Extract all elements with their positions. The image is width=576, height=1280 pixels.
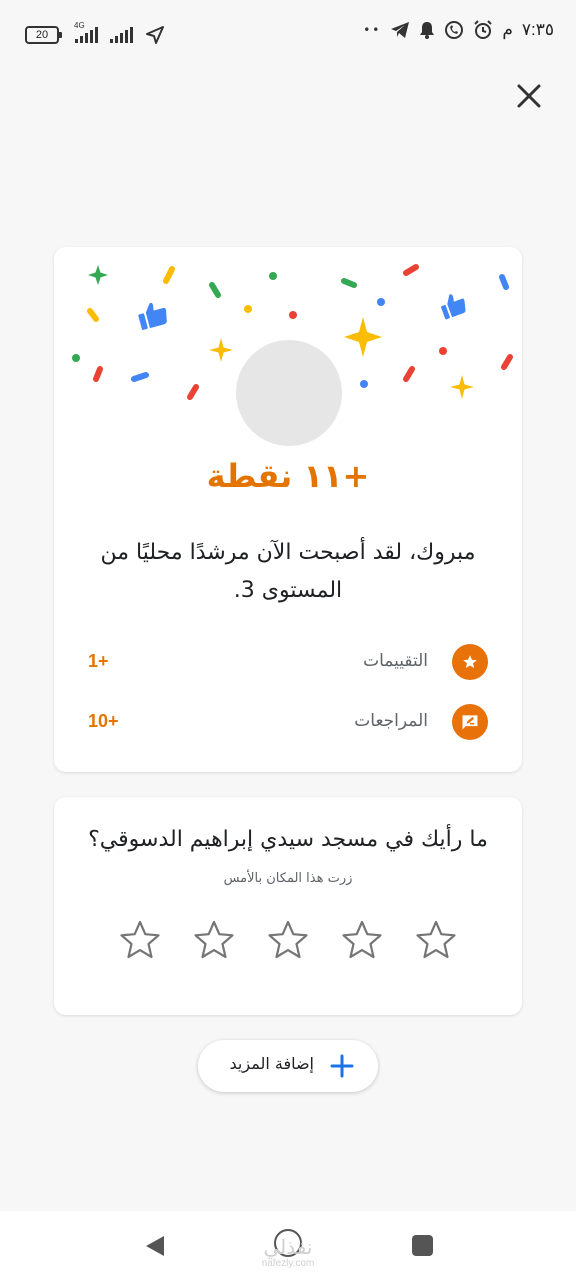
- stat-label: التقييمات: [363, 651, 428, 671]
- plus-icon: [330, 1054, 354, 1078]
- recents-button[interactable]: [412, 1235, 433, 1256]
- star-3-icon[interactable]: [266, 919, 310, 963]
- add-more-label: إضافة المزيد: [229, 1054, 314, 1073]
- star-rating: [118, 919, 458, 963]
- close-icon: [517, 84, 541, 108]
- stat-row-reviews: المراجعات 10+: [54, 704, 522, 740]
- whatsapp-icon: [445, 21, 464, 39]
- cellular-signal-icon: 4G: [74, 21, 98, 43]
- star-5-icon[interactable]: [414, 919, 458, 963]
- stat-label: المراجعات: [354, 711, 428, 731]
- status-left: 20 4G: [25, 21, 165, 48]
- congrats-message: مبروك، لقد أصبحت الآن مرشدًا محليًا من ا…: [100, 540, 476, 603]
- star-2-icon[interactable]: [192, 919, 236, 963]
- achievement-card: +١١ نقطة مبروك، لقد أصبحت الآن مرشدًا مح…: [54, 247, 522, 772]
- star-icon: [452, 644, 488, 680]
- alarm-icon: [474, 20, 493, 39]
- telegram-icon: [391, 22, 410, 38]
- rating-question: ما رأيك في مسجد سيدي إبراهيم الدسوقي؟: [88, 827, 488, 852]
- status-ampm: م: [502, 20, 513, 39]
- location-arrow-icon: [146, 26, 164, 44]
- watermark-latin: nafezly.com: [261, 1258, 315, 1269]
- status-time: ٧:٣٥: [521, 20, 554, 39]
- status-right: •• م ٧:٣٥: [363, 20, 554, 40]
- avatar: [236, 340, 342, 446]
- bell-icon: [420, 22, 435, 39]
- star-1-icon[interactable]: [118, 919, 162, 963]
- stat-row-ratings: التقييمات 1+: [54, 644, 522, 680]
- close-button[interactable]: [510, 77, 548, 115]
- stat-value: 1+: [88, 651, 109, 671]
- stat-value: 10+: [88, 711, 119, 731]
- review-icon: [452, 704, 488, 740]
- cellular-signal-2-icon: [110, 27, 133, 43]
- star-4-icon[interactable]: [340, 919, 384, 963]
- watermark: نفذلي nafezly.com: [246, 1236, 330, 1270]
- network-type: 4G: [74, 21, 85, 30]
- watermark-arabic: نفذلي: [263, 1235, 313, 1259]
- points-earned: +١١ نقطة: [206, 457, 370, 495]
- overflow-dots: ••: [363, 23, 382, 37]
- back-icon[interactable]: [144, 1234, 166, 1258]
- visit-note: زرت هذا المكان بالأمس: [223, 871, 353, 886]
- add-more-button[interactable]: إضافة المزيد: [198, 1040, 378, 1092]
- status-bar: 20 4G •• م ٧:٣٥: [0, 0, 576, 70]
- battery-icon: 20: [25, 26, 62, 44]
- rating-card: ما رأيك في مسجد سيدي إبراهيم الدسوقي؟ زر…: [54, 797, 522, 1015]
